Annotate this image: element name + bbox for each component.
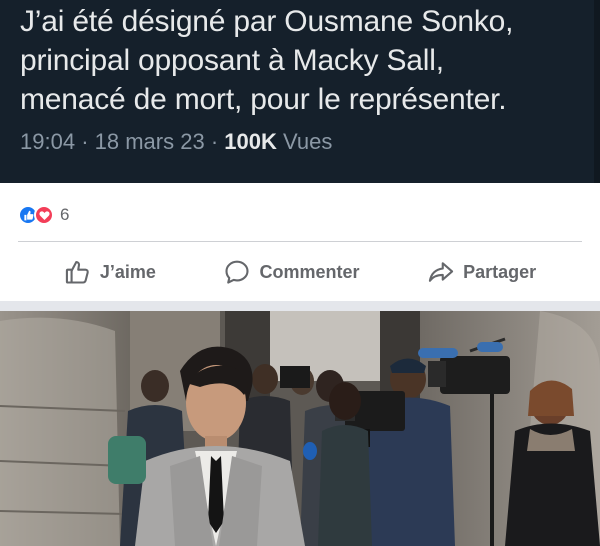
meta-separator: · xyxy=(81,129,95,154)
tweet-line: menacé de mort, pour le représenter. xyxy=(20,83,507,116)
comment-icon xyxy=(223,258,251,286)
tweet-views-count: 100K xyxy=(224,129,277,154)
tweet-text: J’ai été désigné par Ousmane Sonko, prin… xyxy=(20,2,580,119)
meta-separator: · xyxy=(210,129,225,154)
section-separator xyxy=(0,301,600,311)
tweet-line: principal opposant à Macky Sall, xyxy=(20,44,444,77)
post-photo[interactable] xyxy=(0,311,600,546)
comment-button[interactable]: Commenter xyxy=(223,258,360,286)
share-label: Partager xyxy=(463,261,537,282)
tweet-views-label: Vues xyxy=(283,129,333,154)
thumbs-up-icon xyxy=(64,258,92,286)
reaction-count: 6 xyxy=(60,205,70,224)
tweet-date: 18 mars 23 xyxy=(94,129,205,154)
share-arrow-icon xyxy=(427,258,455,286)
action-bar: J’aime Commenter Partager xyxy=(0,250,600,294)
like-button[interactable]: J’aime xyxy=(64,258,156,286)
reactions-summary[interactable]: 6 xyxy=(18,202,69,228)
comment-label: Commenter xyxy=(259,261,360,282)
share-button[interactable]: Partager xyxy=(427,258,536,286)
tweet-edge xyxy=(594,0,600,183)
divider xyxy=(18,241,582,242)
tweet-time: 19:04 xyxy=(20,129,76,154)
love-icon xyxy=(34,205,54,225)
embedded-tweet: J’ai été désigné par Ousmane Sonko, prin… xyxy=(0,0,600,183)
tweet-line: J’ai été désigné par Ousmane Sonko, xyxy=(20,5,514,38)
like-label: J’aime xyxy=(99,261,156,282)
tweet-meta: 19:04 · 18 mars 23 · 100K Vues xyxy=(20,129,580,155)
